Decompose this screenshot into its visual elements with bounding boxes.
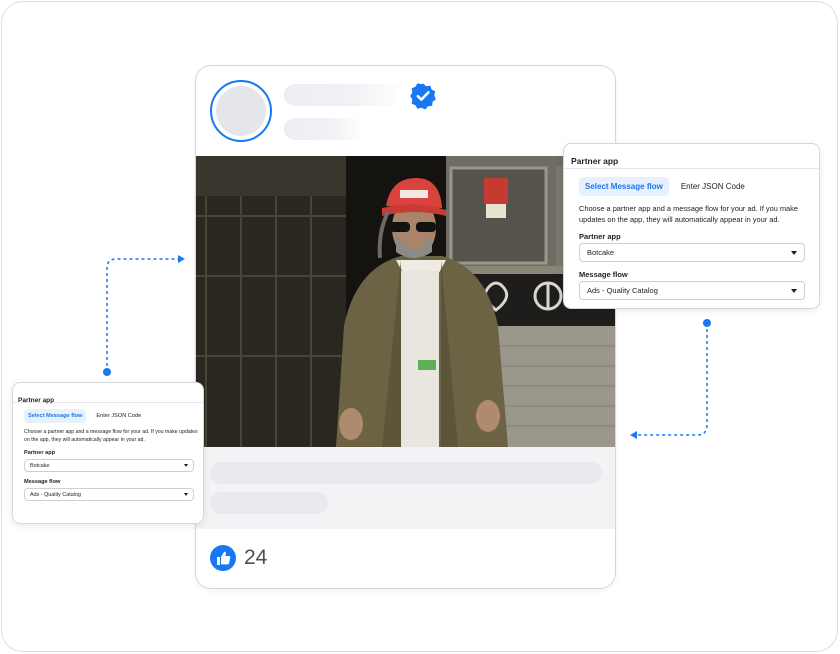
partner-app-panel-small: Partner app Select Message flow Enter JS… bbox=[12, 382, 204, 524]
partner-app-label: Partner app bbox=[24, 450, 56, 456]
partner-app-value: Botcake bbox=[30, 462, 50, 469]
ad-post-card: 24 bbox=[195, 65, 616, 589]
subtitle-placeholder bbox=[284, 118, 364, 140]
panel-header: Partner app bbox=[13, 383, 203, 404]
partner-app-select[interactable]: Botcake bbox=[579, 243, 805, 262]
message-flow-value: Ads - Quality Catalog bbox=[587, 286, 658, 295]
partner-app-select[interactable]: Botcake bbox=[24, 459, 194, 472]
post-body-placeholder bbox=[196, 447, 615, 529]
panel-description: Choose a partner app and a message flow … bbox=[24, 429, 198, 443]
message-flow-select[interactable]: Ads - Quality Catalog bbox=[24, 488, 194, 501]
tab-enter-json-code[interactable]: Enter JSON Code bbox=[669, 177, 757, 196]
ad-photo bbox=[196, 156, 615, 447]
partner-app-panel-large: Partner app Select Message flow Enter JS… bbox=[563, 143, 820, 309]
tab-enter-json-code[interactable]: Enter JSON Code bbox=[86, 409, 151, 423]
chevron-down-icon bbox=[184, 464, 188, 467]
like-count: 24 bbox=[244, 546, 268, 569]
tab-bar: Select Message flow Enter JSON Code bbox=[24, 409, 151, 423]
message-flow-select[interactable]: Ads - Quality Catalog bbox=[579, 281, 805, 300]
tab-bar: Select Message flow Enter JSON Code bbox=[579, 177, 757, 196]
avatar[interactable] bbox=[210, 80, 272, 142]
chevron-down-icon bbox=[791, 250, 797, 255]
panel-description: Choose a partner app and a message flow … bbox=[579, 204, 798, 224]
panel-title: Partner app bbox=[571, 156, 619, 166]
message-flow-label: Message flow bbox=[24, 479, 61, 485]
tab-select-message-flow[interactable]: Select Message flow bbox=[24, 409, 87, 423]
text-placeholder bbox=[210, 492, 328, 514]
likes-row[interactable]: 24 bbox=[210, 545, 267, 571]
avatar-placeholder bbox=[216, 86, 266, 136]
partner-app-label: Partner app bbox=[579, 232, 621, 241]
tab-select-message-flow[interactable]: Select Message flow bbox=[579, 177, 669, 196]
panel-header: Partner app bbox=[564, 144, 819, 169]
thumbs-up-icon[interactable] bbox=[210, 545, 236, 571]
text-placeholder bbox=[210, 462, 602, 484]
partner-app-value: Botcake bbox=[587, 248, 615, 257]
panel-title: Partner app bbox=[18, 397, 55, 404]
chevron-down-icon bbox=[184, 493, 188, 496]
verified-badge-icon bbox=[410, 83, 436, 110]
message-flow-value: Ads - Quality Catalog bbox=[30, 491, 81, 498]
message-flow-label: Message flow bbox=[579, 270, 628, 279]
name-placeholder bbox=[284, 84, 404, 106]
chevron-down-icon bbox=[791, 288, 797, 293]
